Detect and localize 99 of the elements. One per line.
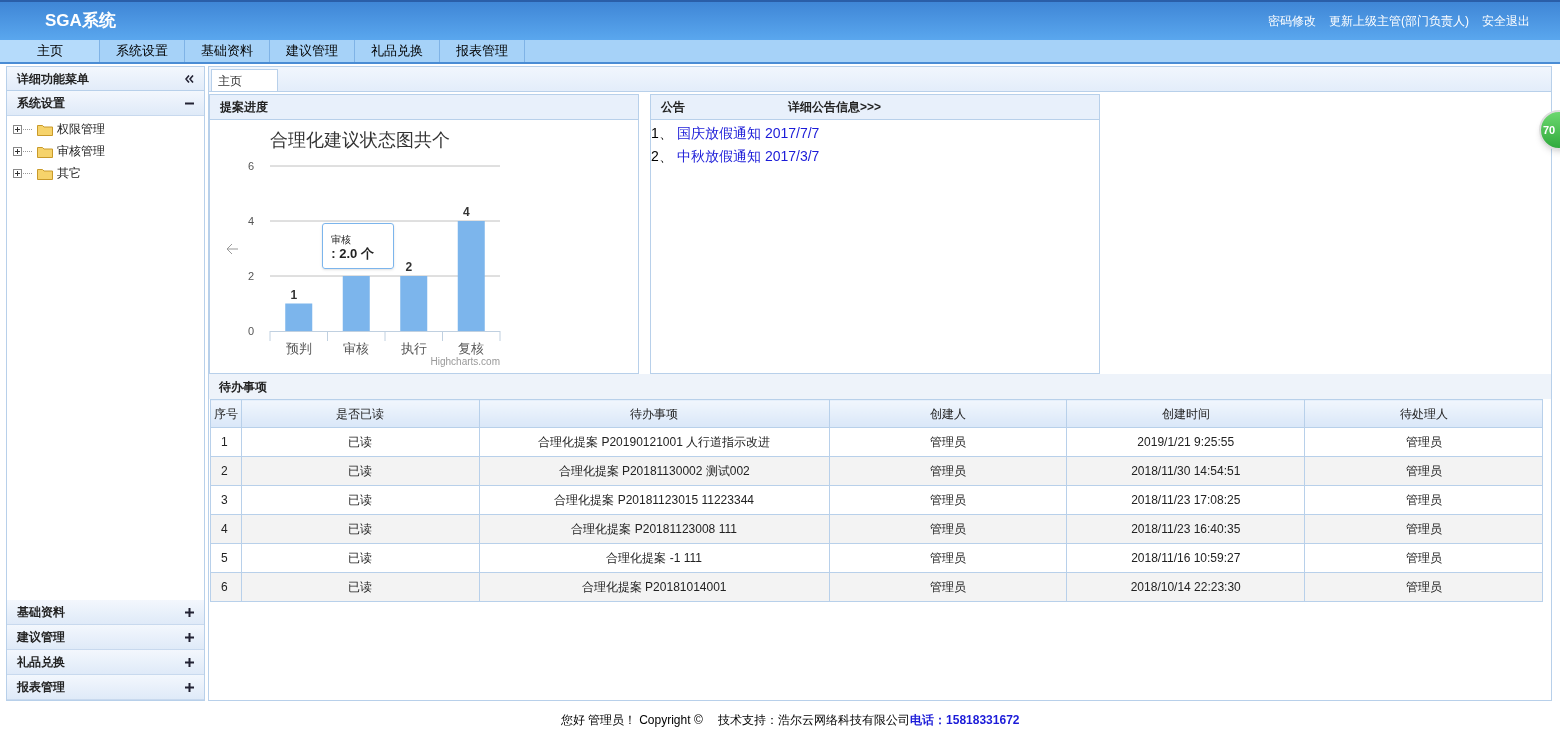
plus-icon — [185, 657, 194, 667]
table-cell: 6 — [210, 572, 242, 602]
section-label: 报表管理 — [17, 679, 65, 696]
table-cell: 管理员 — [829, 543, 1067, 573]
chart-credit: Highcharts.com — [430, 356, 500, 367]
app-title: SGA系统 — [45, 10, 116, 33]
bar — [342, 276, 370, 331]
plus-icon — [185, 607, 194, 617]
panel-title: 提案进度 — [210, 95, 638, 120]
table-cell: 已读 — [241, 514, 480, 544]
panel-title: 待办事项 — [209, 374, 1551, 399]
table-cell: 1 — [210, 427, 242, 457]
notice-link[interactable]: 国庆放假通知 2017/7/7 — [677, 124, 820, 143]
data-label: 2 — [405, 260, 413, 274]
plus-icon — [185, 632, 194, 642]
table-cell: 管理员 — [1304, 485, 1543, 515]
table-cell: 管理员 — [829, 514, 1067, 544]
table-cell: 2018/11/16 10:59:27 — [1066, 543, 1305, 573]
table-cell: 管理员 — [829, 456, 1067, 486]
table-cell: 2018/11/30 14:54:51 — [1066, 456, 1305, 486]
sidebar-title: 详细功能菜单 — [17, 70, 89, 88]
folder-icon — [37, 144, 53, 158]
column-header: 待处理人 — [1304, 399, 1543, 428]
tree-item[interactable]: 审核管理 — [57, 142, 105, 160]
data-label: 4 — [462, 205, 470, 219]
table-cell: 合理化提案 P20181130002 测试002 — [479, 456, 830, 486]
section-label: 基础资料 — [17, 604, 65, 621]
table-cell: 合理化提案 P20181123015 11223344 — [479, 485, 830, 515]
axis-tick-label: 0 — [247, 325, 254, 337]
axis-tick-label: 6 — [247, 160, 254, 172]
data-label: 1 — [290, 287, 298, 302]
table-cell: 管理员 — [829, 485, 1067, 515]
tooltip-value: : 2.0 个 — [331, 246, 375, 262]
axis-category-label: 复核 — [458, 341, 485, 356]
table-cell: 管理员 — [1304, 514, 1543, 544]
column-header: 序号 — [210, 399, 242, 428]
table-cell: 合理化提案 P20190121001 人行道指示改进 — [479, 427, 830, 457]
more-notices-link[interactable]: 详细公告信息>>> — [788, 98, 882, 116]
collapse-icon[interactable] — [185, 74, 194, 83]
page-tab[interactable]: 主页 — [211, 69, 278, 91]
table-cell: 5 — [210, 543, 242, 573]
column-header: 创建人 — [829, 399, 1067, 428]
list-number: 2、 — [651, 147, 674, 166]
axis-category-label: 预判 — [285, 341, 312, 356]
bar — [400, 276, 428, 331]
table-cell: 合理化提案 P20181014001 — [479, 572, 830, 602]
table-cell: 已读 — [241, 485, 480, 515]
table-cell: 管理员 — [1304, 572, 1543, 602]
table-cell: 2019/1/21 9:25:55 — [1066, 427, 1305, 457]
section-label: 建议管理 — [17, 629, 65, 646]
table-cell: 合理化提案 -1 111 — [479, 543, 830, 573]
sidebar-section[interactable]: 报表管理 — [7, 675, 204, 700]
column-header: 是否已读 — [241, 399, 480, 428]
expand-icon[interactable] — [13, 124, 33, 134]
tree-item[interactable]: 其它 — [57, 164, 81, 182]
axis-tick-label: 4 — [247, 215, 254, 227]
table-cell: 管理员 — [829, 427, 1067, 457]
section-label: 系统设置 — [17, 95, 65, 112]
table-cell: 4 — [210, 514, 242, 544]
sidebar-section[interactable]: 系统设置 — [7, 91, 204, 116]
section-label: 礼品兑换 — [17, 654, 65, 671]
tooltip-category: 审核 — [331, 234, 353, 246]
table-cell: 2 — [210, 456, 242, 486]
sidebar-section[interactable]: 建议管理 — [7, 625, 204, 650]
axis-category-label: 审核 — [343, 341, 370, 356]
table-cell: 合理化提案 P20181123008 111 — [479, 514, 830, 544]
table-cell: 管理员 — [829, 572, 1067, 602]
column-header: 待办事项 — [479, 399, 830, 428]
table-cell: 管理员 — [1304, 456, 1543, 486]
bar — [285, 303, 313, 331]
expand-icon[interactable] — [13, 168, 33, 178]
footer-phone: 电话：15818331672 — [910, 712, 1020, 729]
table-cell: 2018/11/23 16:40:35 — [1066, 514, 1305, 544]
back-arrow-icon[interactable] — [226, 243, 239, 255]
table-cell: 已读 — [241, 427, 480, 457]
chart-title: 合理化建议状态图共个 — [270, 130, 450, 150]
axis-category-label: 执行 — [400, 341, 427, 356]
table-cell: 已读 — [241, 572, 480, 602]
expand-icon[interactable] — [13, 146, 33, 156]
table-cell: 3 — [210, 485, 242, 515]
table-cell: 管理员 — [1304, 427, 1543, 457]
nav-tab[interactable]: 主页 — [0, 40, 100, 62]
axis-tick-label: 2 — [247, 270, 254, 282]
list-number: 1、 — [651, 124, 674, 143]
plus-icon — [185, 682, 194, 692]
footer-text: 您好 管理员！ Copyright © 技术支持：浩尔云网络科技有限公司 — [560, 712, 911, 729]
sidebar-section[interactable]: 基础资料 — [7, 600, 204, 625]
panel-title: 公告 — [661, 99, 686, 116]
folder-icon — [37, 166, 53, 180]
tree-item[interactable]: 权限管理 — [57, 120, 105, 138]
table-cell: 2018/11/23 17:08:25 — [1066, 485, 1305, 515]
folder-icon — [37, 122, 53, 136]
table-cell: 管理员 — [1304, 543, 1543, 573]
notice-link[interactable]: 中秋放假通知 2017/3/7 — [677, 147, 820, 166]
table-cell: 已读 — [241, 456, 480, 486]
column-header: 创建时间 — [1066, 399, 1305, 428]
sidebar-section[interactable]: 礼品兑换 — [7, 650, 204, 675]
table-cell: 2018/10/14 22:23:30 — [1066, 572, 1305, 602]
table-cell: 已读 — [241, 543, 480, 573]
